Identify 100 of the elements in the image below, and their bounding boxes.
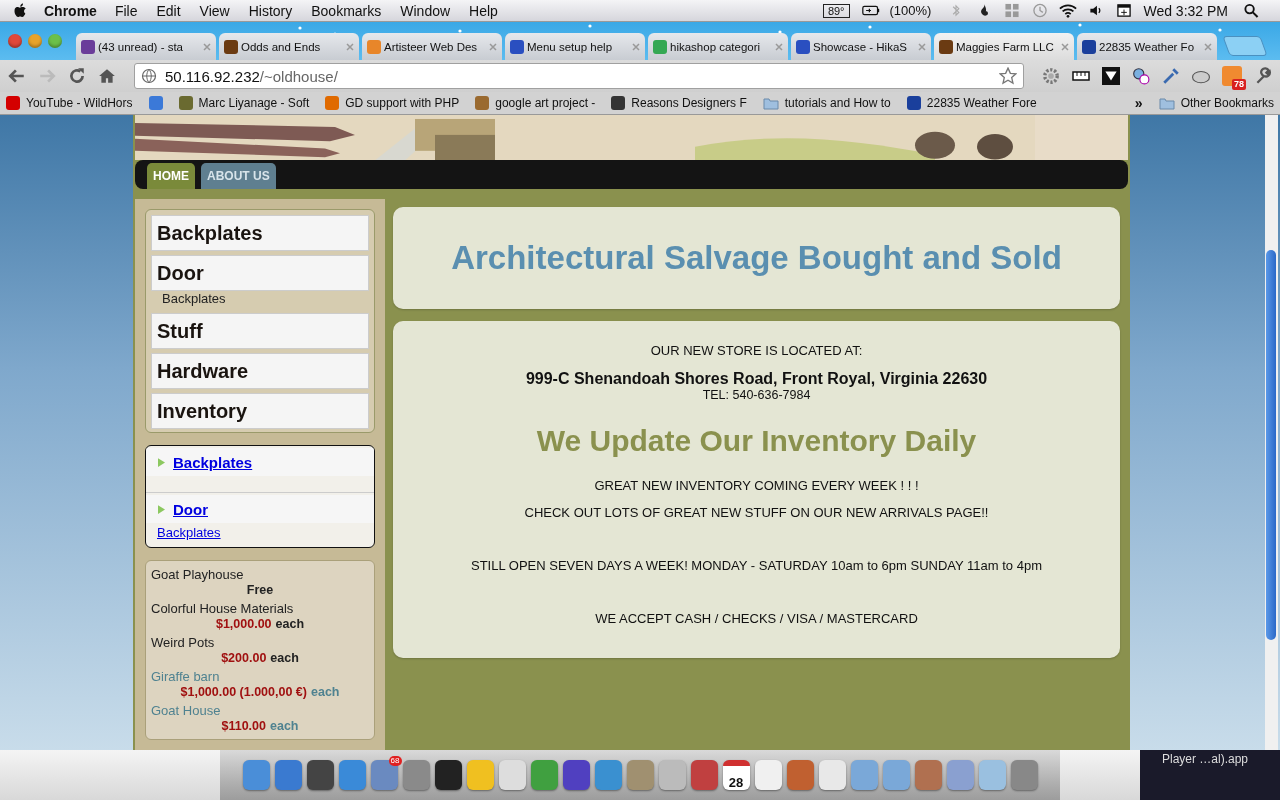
folder-icon <box>1158 96 1175 110</box>
notice-text: GREAT NEW INVENTORY COMING EVERY WEEK ! ! ! <box>594 478 919 493</box>
browser-tab[interactable]: Artisteer Web Des <box>362 33 502 60</box>
price-unit: each <box>275 617 305 631</box>
product-price: $1,000.00 <box>215 617 272 631</box>
close-icon[interactable] <box>632 42 640 51</box>
bookmark-item[interactable]: 22835 Weather Fore <box>906 96 1037 110</box>
browser-tab[interactable]: (43 unread) - sta <box>76 33 216 60</box>
category-item[interactable]: Hardware <box>151 353 369 389</box>
store-intro: OUR NEW STORE IS LOCATED AT: <box>650 343 863 358</box>
scrollbar[interactable] <box>1265 115 1278 750</box>
app-icon[interactable] <box>306 760 334 790</box>
apple-icon[interactable] <box>14 2 28 19</box>
favicon-icon <box>367 39 381 54</box>
menu-item[interactable]: Help <box>469 2 498 19</box>
close-icon[interactable] <box>489 42 497 51</box>
clock-icon[interactable] <box>1031 3 1050 18</box>
bookmark-star-icon[interactable] <box>999 67 1017 85</box>
folder-icon <box>762 96 779 110</box>
minimize-window-button[interactable] <box>28 34 42 48</box>
product-name[interactable]: Weird Pots <box>151 635 369 650</box>
globe-icon <box>141 68 157 84</box>
close-icon[interactable] <box>1061 42 1069 51</box>
calendar-icon[interactable]: 28 <box>722 760 750 790</box>
close-icon[interactable] <box>203 42 211 51</box>
category-item[interactable]: Backplates <box>151 215 369 251</box>
subheadline: We Update Our Inventory Daily <box>536 424 977 458</box>
subcategory-item[interactable]: Backplates <box>151 291 369 309</box>
bookmark-item[interactable]: Marc Liyanage - Soft <box>178 96 310 110</box>
close-icon[interactable] <box>775 42 783 51</box>
category-item[interactable]: Inventory <box>151 393 369 429</box>
bookmark-item[interactable]: GD support with PHP <box>325 96 460 110</box>
browser-tab[interactable]: 22835 Weather Fo <box>1077 33 1217 60</box>
browser-tab[interactable]: Maggies Farm LLC <box>934 33 1074 60</box>
favicon-icon <box>510 39 524 54</box>
new-tab-button[interactable] <box>1222 36 1268 56</box>
menu-item[interactable]: File <box>114 2 138 19</box>
close-icon[interactable] <box>1204 42 1212 51</box>
product-price: $110.00 <box>221 719 266 733</box>
product-name[interactable]: Goat Playhouse <box>151 567 369 582</box>
phone-number: TEL: 540-636-7984 <box>702 388 811 402</box>
price-unit: each <box>311 685 340 699</box>
favicon-icon <box>81 39 95 54</box>
battery-plug-icon[interactable] <box>861 3 880 18</box>
other-bookmarks-folder[interactable]: Other Bookmarks <box>1158 96 1274 110</box>
bookmark-item[interactable]: Reasons Designers F <box>611 96 747 110</box>
close-window-button[interactable] <box>8 34 22 48</box>
browser-tab[interactable]: hikashop categori <box>648 33 788 60</box>
app-icon[interactable] <box>562 760 590 790</box>
search-icon[interactable] <box>1242 3 1260 18</box>
bookmark-item[interactable]: YouTube - WildHors <box>6 96 133 110</box>
close-icon[interactable] <box>918 42 926 51</box>
forward-arrow-icon[interactable] <box>38 67 56 85</box>
v-logo-icon[interactable] <box>1102 67 1120 85</box>
category-link[interactable]: Door <box>173 500 208 518</box>
product-price: $200.00 <box>221 651 267 665</box>
notice-text: WE ACCEPT CASH / CHECKS / VISA / MASTERCARD <box>595 611 918 626</box>
bookmark-item[interactable]: tutorials and How to <box>762 96 891 110</box>
more-bookmarks-button[interactable]: » <box>1134 95 1143 111</box>
zoom-window-button[interactable] <box>48 34 62 48</box>
category-item[interactable]: Stuff <box>151 313 369 349</box>
subcategory-link[interactable]: Backplates <box>157 525 221 540</box>
wifi-icon[interactable] <box>1059 3 1078 18</box>
browser-tab[interactable]: Odds and Ends <box>219 33 359 60</box>
battery-percentage[interactable]: (100%) <box>889 3 932 18</box>
reload-icon[interactable] <box>68 67 86 85</box>
price-unit: each <box>270 651 299 665</box>
menu-item[interactable]: Edit <box>156 2 181 19</box>
triangle-bullet-icon <box>158 504 165 514</box>
nav-tab[interactable]: HOME <box>147 163 195 189</box>
close-icon[interactable] <box>346 42 354 51</box>
menu-clock[interactable]: Wed 3:32 PM <box>1143 2 1228 19</box>
category-item[interactable]: Door <box>151 255 369 291</box>
spaces-icon[interactable] <box>1003 3 1022 18</box>
browser-tab[interactable]: Menu setup help <box>505 33 645 60</box>
app-icon[interactable] <box>434 760 462 790</box>
home-icon[interactable] <box>98 67 116 85</box>
notice-text: CHECK OUT LOTS OF GREAT NEW STUFF ON OUR NEW ARRIVALS PAGE!! <box>524 505 989 520</box>
product-price: $1,000.00 (1.000,00 €) <box>180 685 307 699</box>
triangle-bullet-icon <box>158 457 165 467</box>
address-bar[interactable]: 50.116.92.232/~oldhouse/ <box>134 63 1024 89</box>
gear-icon[interactable] <box>1042 67 1060 85</box>
back-arrow-icon[interactable] <box>8 67 26 85</box>
product-name[interactable]: Colorful House Materials <box>151 601 369 616</box>
google-bookmark-button[interactable] <box>148 96 163 110</box>
menu-item[interactable]: History <box>248 2 293 19</box>
store-address: 999-C Shenandoah Shores Road, Front Royal, Virginia 22630 <box>525 370 988 388</box>
browser-tab[interactable]: Showcase - HikaS <box>791 33 931 60</box>
favicon-icon <box>653 39 667 54</box>
wrench-icon[interactable] <box>1254 67 1272 85</box>
favicon-icon <box>796 39 810 54</box>
notice-text: STILL OPEN SEVEN DAYS A WEEK! MONDAY - SATURDAY 10am to 6pm SUNDAY 11am to 4pm <box>471 558 1042 573</box>
menu-item[interactable]: View <box>199 2 230 19</box>
bookmark-item[interactable]: google art project - <box>475 96 596 110</box>
menu-item[interactable]: Window <box>400 2 451 19</box>
temperature-indicator[interactable]: 89° <box>822 3 850 18</box>
price-unit: each <box>270 719 299 733</box>
menu-app-name[interactable]: Chrome <box>44 2 97 19</box>
menu-item[interactable]: Bookmarks <box>311 2 382 19</box>
calendar-icon[interactable] <box>1115 3 1134 18</box>
